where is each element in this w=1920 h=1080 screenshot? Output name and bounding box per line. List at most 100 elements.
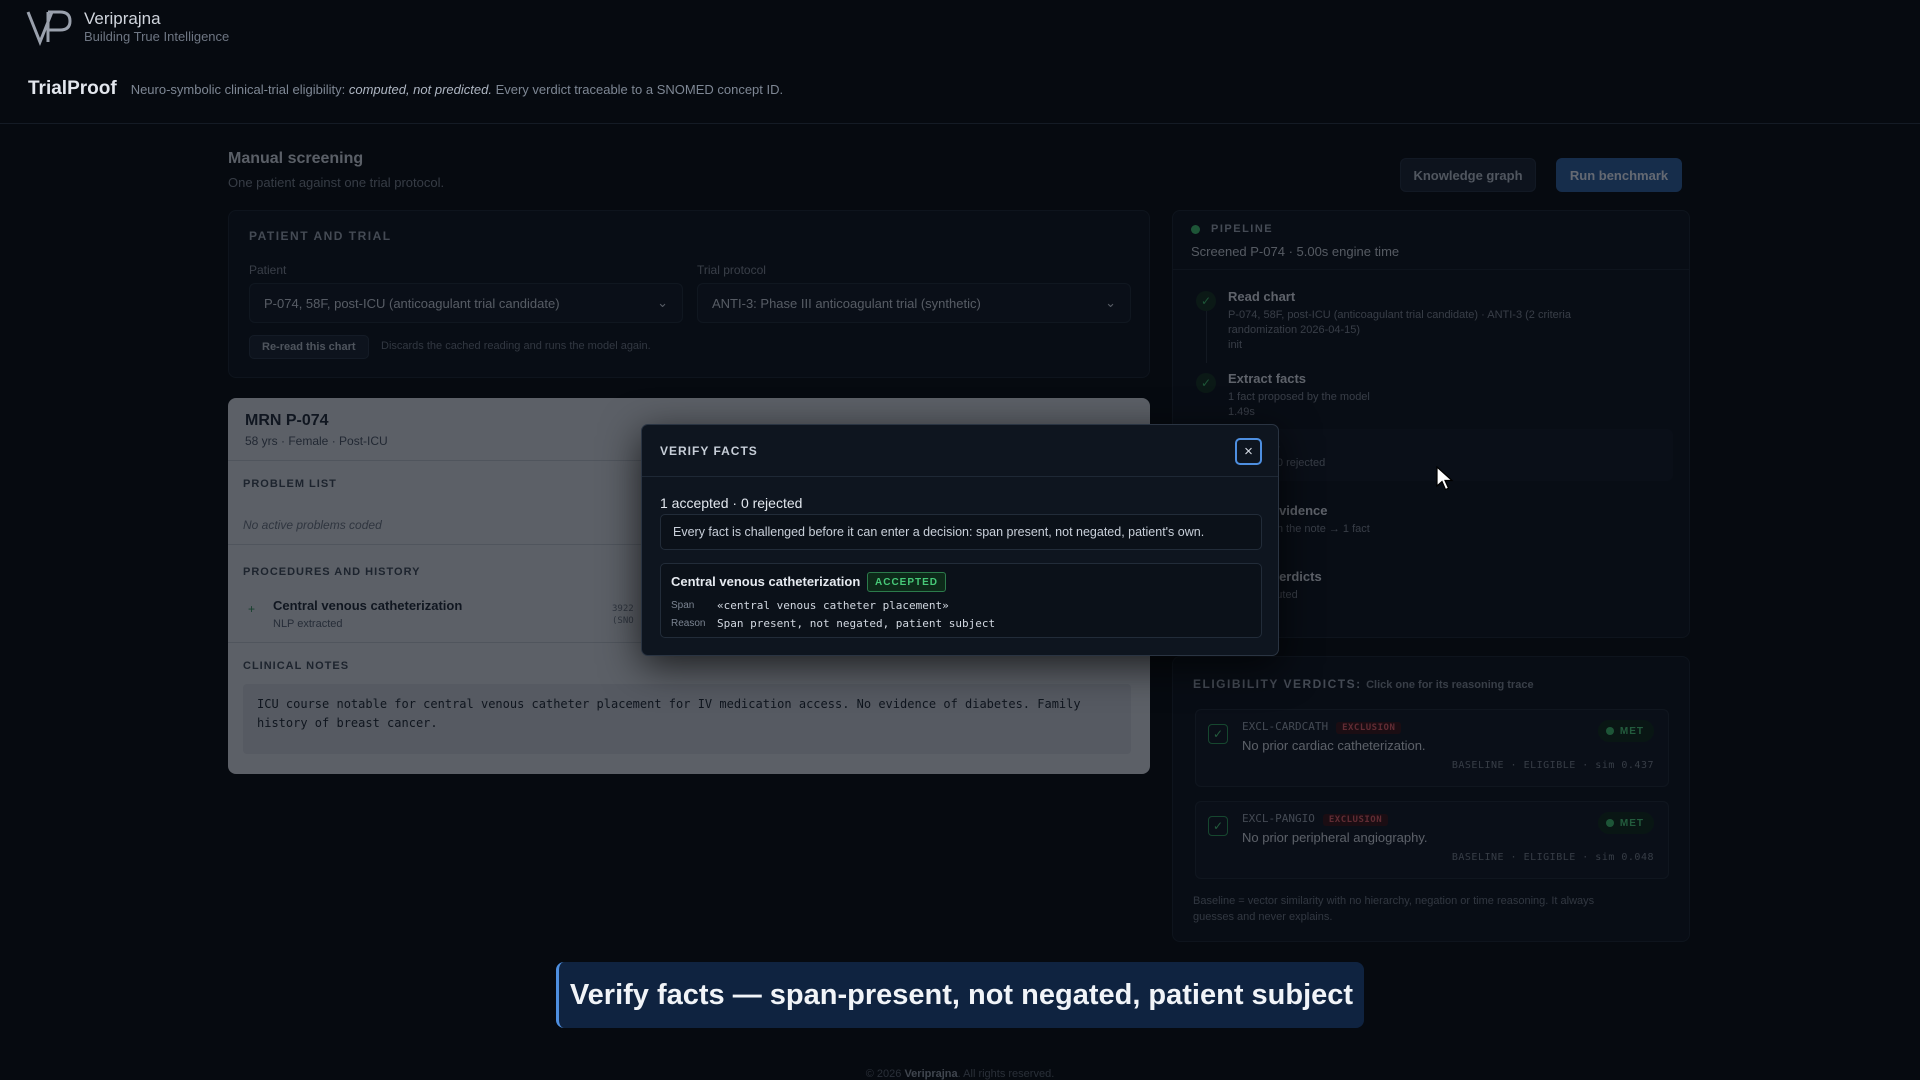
reread-chart-button[interactable]: Re-read this chart — [249, 335, 369, 359]
mrn: MRN P-074 — [245, 412, 329, 429]
verdicts-heading-note: Click one for its reasoning trace — [1366, 679, 1534, 691]
problem-list-empty: No active problems coded — [243, 518, 382, 532]
check-icon: ✓ — [1196, 373, 1216, 393]
verdict-status: MET — [1619, 817, 1644, 829]
footer-copyright: © 2026 — [865, 1068, 905, 1080]
footer-brand: Veriprajna — [904, 1068, 958, 1080]
verdict-baseline: BASELINE · ELIGIBLE · sim 0.437 — [1451, 760, 1654, 771]
footer-rights: . All rights reserved. — [957, 1068, 1055, 1080]
procedure-code-system: (SNO — [612, 616, 634, 626]
divider — [1173, 269, 1689, 270]
verdict-text: No prior peripheral angiography. — [1242, 830, 1428, 845]
accepted-badge: ACCEPTED — [867, 572, 947, 592]
brand-tagline: Building True Intelligence — [84, 29, 230, 44]
brand-name: Veriprajna — [84, 9, 161, 28]
patient-trial-panel: Patient and trial Patient P-074, 58F, po… — [228, 210, 1150, 378]
demographics: 58 yrs · Female · Post-ICU — [245, 434, 388, 448]
clinical-notes-heading: Clinical notes — [243, 660, 350, 672]
fact-reason-value: Span present, not negated, patient subje… — [717, 617, 996, 630]
app-subtitle-emphasis: computed, not predicted. — [348, 82, 492, 97]
page-title: Manual screening — [228, 150, 364, 167]
problem-list-heading: Problem list — [243, 478, 337, 490]
chevron-down-icon: ⌄ — [1105, 295, 1116, 310]
verdicts-footnote: Baseline = vector similarity with no hie… — [1193, 895, 1595, 923]
verdicts-heading: Eligibility verdicts: — [1193, 677, 1362, 691]
verdict-id: EXCL-CARDCATH — [1242, 720, 1329, 733]
step-detail: 1 fact proposed by the model — [1228, 391, 1370, 403]
verdict-id: EXCL-PANGIO — [1242, 812, 1315, 825]
modal-header: VERIFY FACTS × — [642, 425, 1278, 477]
patient-select-value: P-074, 58F, post-ICU (anticoagulant tria… — [264, 295, 560, 311]
pipeline-step-read-chart[interactable]: Read chart P-074, 58F, post-ICU (anticoa… — [1228, 289, 1571, 353]
app-subtitle: Neuro-symbolic clinical-trial eligibilit… — [131, 82, 783, 97]
exclusion-badge: EXCLUSION — [1322, 814, 1389, 826]
app-subtitle-post: Every verdict traceable to a SNOMED conc… — [491, 82, 784, 97]
verify-facts-modal: VERIFY FACTS × 1 accepted · 0 rejected E… — [641, 424, 1279, 656]
chevron-down-icon: ⌄ — [657, 295, 668, 310]
fact-span-value: «central venous catheter placement» — [717, 599, 949, 612]
check-icon: ✓ — [1208, 816, 1228, 836]
close-icon: × — [1244, 443, 1253, 460]
trial-select[interactable]: ANTI-3: Phase III anticoagulant trial (s… — [697, 283, 1131, 323]
fact-span-row: Span «central venous catheter placement» — [671, 599, 949, 612]
met-badge: MET — [1597, 812, 1654, 834]
verdict-id-row: EXCL-PANGIO EXCLUSION — [1242, 812, 1389, 826]
app-title: TrialProof — [28, 78, 117, 99]
procedure-plus-icon: + — [248, 602, 256, 616]
check-icon: ✓ — [1208, 724, 1228, 744]
procedure-code: 3922 — [612, 604, 634, 614]
met-badge: MET — [1597, 720, 1654, 742]
fact-span-label: Span — [671, 600, 695, 611]
knowledge-graph-button[interactable]: Knowledge graph — [1400, 158, 1536, 192]
modal-title: VERIFY FACTS — [660, 444, 758, 458]
header-divider — [0, 123, 1920, 124]
step-title: Extract facts — [1228, 371, 1307, 386]
verdict-text: No prior cardiac catheterization. — [1242, 738, 1426, 753]
cursor-icon — [1436, 465, 1454, 497]
procedure-name: Central venous catheterization — [273, 598, 463, 613]
fact-reason-row: Reason Span present, not negated, patien… — [671, 617, 995, 630]
exclusion-badge: EXCLUSION — [1336, 722, 1402, 734]
verification-note: Every fact is challenged before it can e… — [660, 514, 1262, 550]
verdict-baseline: BASELINE · ELIGIBLE · sim 0.048 — [1451, 852, 1654, 863]
run-benchmark-button[interactable]: Run benchmark — [1556, 158, 1682, 192]
verdicts-heading-row: Eligibility verdicts: Click one for its … — [1193, 675, 1534, 693]
page-subtitle: One patient against one trial protocol. — [228, 175, 445, 190]
status-dot — [1605, 727, 1614, 735]
fact-card: Central venous catheterization ACCEPTED … — [660, 563, 1262, 638]
verdict-status: MET — [1619, 725, 1644, 737]
fact-name: Central venous catheterization — [671, 574, 861, 589]
verdict-id-row: EXCL-CARDCATH EXCLUSION — [1242, 720, 1402, 734]
pipeline-connector — [1206, 311, 1207, 363]
brand[interactable]: Veriprajna Building True Intelligence — [26, 8, 230, 47]
app-subtitle-pre: Neuro-symbolic clinical-trial eligibilit… — [130, 82, 349, 97]
trial-select-value: ANTI-3: Phase III anticoagulant trial (s… — [712, 295, 981, 311]
footer: © 2026 Veriprajna. All rights reserved. — [0, 1068, 1920, 1080]
patient-label: Patient — [249, 263, 287, 277]
trial-label: Trial protocol — [697, 263, 766, 277]
veriprajna-logo-icon — [26, 8, 74, 47]
check-icon: ✓ — [1196, 291, 1216, 311]
step-title: Read chart — [1228, 289, 1296, 304]
verdict-card[interactable]: ✓ EXCL-CARDCATH EXCLUSION No prior cardia… — [1195, 709, 1669, 787]
step-detail: randomization 2026-04-15) — [1228, 324, 1361, 336]
reread-note: Discards the cached reading and runs the… — [381, 340, 651, 352]
fact-reason-label: Reason — [671, 618, 706, 629]
procedures-heading: Procedures and history — [243, 566, 421, 578]
clinical-notes-text: ICU course notable for central venous ca… — [243, 684, 1131, 754]
step-detail: init — [1228, 339, 1243, 351]
app-bar: TrialProof Neuro-symbolic clinical-trial… — [28, 78, 783, 100]
eligibility-verdicts-panel: Eligibility verdicts: Click one for its … — [1172, 656, 1690, 942]
pipeline-status-dot — [1191, 225, 1200, 234]
patient-trial-heading: Patient and trial — [249, 229, 392, 243]
pipeline-status: Screened P-074 · 5.00s engine time — [1191, 244, 1400, 259]
app-root: Veriprajna Building True Intelligence Tr… — [0, 0, 1920, 1080]
pipeline-heading: Pipeline — [1211, 223, 1274, 235]
status-dot — [1605, 819, 1614, 827]
pipeline-step-extract-facts[interactable]: Extract facts 1 fact proposed by the mod… — [1228, 371, 1370, 420]
patient-select[interactable]: P-074, 58F, post-ICU (anticoagulant tria… — [249, 283, 683, 323]
tutorial-caption: Verify facts — span-present, not negated… — [556, 962, 1364, 1028]
procedure-source: NLP extracted — [273, 618, 343, 630]
close-button[interactable]: × — [1235, 438, 1262, 465]
verdict-card[interactable]: ✓ EXCL-PANGIO EXCLUSION No prior peripher… — [1195, 801, 1669, 879]
